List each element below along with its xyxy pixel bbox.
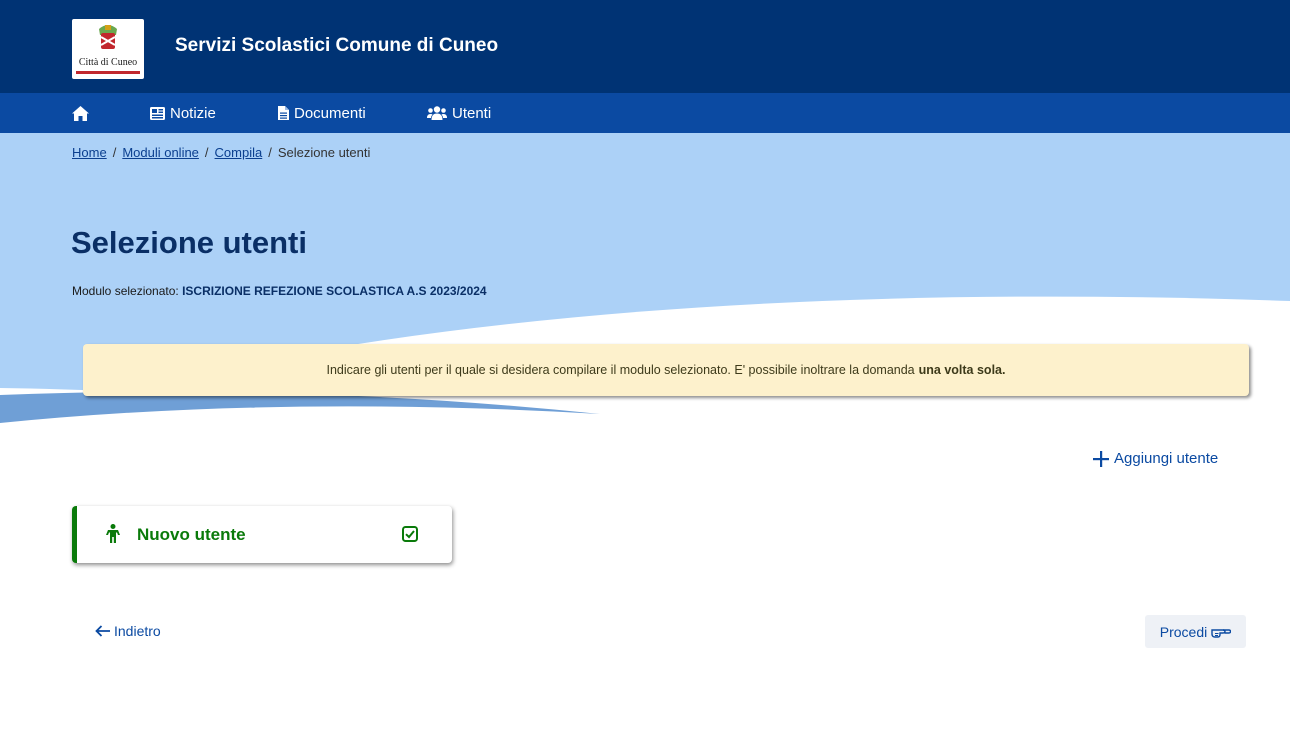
nav-documenti[interactable]: Documenti bbox=[278, 93, 366, 133]
city-logo[interactable]: Città di Cuneo bbox=[72, 19, 144, 79]
nav-notizie-label: Notizie bbox=[170, 104, 216, 122]
nav-notizie[interactable]: Notizie bbox=[150, 93, 216, 133]
proceed-button[interactable]: Procedi bbox=[1145, 615, 1246, 648]
plus-icon bbox=[1093, 450, 1109, 467]
document-icon bbox=[278, 106, 289, 120]
hand-pointing-icon bbox=[1211, 628, 1232, 638]
users-icon bbox=[427, 106, 447, 120]
breadcrumb-home[interactable]: Home bbox=[72, 145, 107, 160]
user-card[interactable]: Nuovo utente bbox=[72, 506, 452, 563]
alert-text: Indicare gli utenti per il quale si desi… bbox=[326, 363, 915, 377]
user-name: Nuovo utente bbox=[137, 525, 246, 544]
breadcrumb: Home / Moduli online / Compila / Selezione ute… bbox=[72, 145, 370, 160]
module-selected-line: Modulo selezionato: ISCRIZIONE REFEZIONE… bbox=[72, 284, 487, 298]
breadcrumb-separator: / bbox=[112, 145, 117, 160]
info-alert: Indicare gli utenti per il quale si desi… bbox=[83, 344, 1249, 396]
logo-text: Città di Cuneo bbox=[78, 57, 138, 68]
site-header: Città di Cuneo Servizi Scolastici Comune… bbox=[0, 0, 1290, 93]
site-title[interactable]: Servizi Scolastici Comune di Cuneo bbox=[175, 35, 498, 57]
breadcrumb-compila[interactable]: Compila bbox=[215, 145, 263, 160]
breadcrumb-current: Selezione utenti bbox=[277, 145, 371, 160]
logo-underline bbox=[76, 71, 140, 74]
nav-documenti-label: Documenti bbox=[294, 104, 366, 122]
proceed-label: Procedi bbox=[1159, 623, 1208, 640]
main-nav: Notizie Documenti Utenti bbox=[0, 93, 1290, 133]
city-crest-icon bbox=[99, 25, 117, 49]
alert-emphasis: una volta sola. bbox=[918, 363, 1006, 377]
module-value: ISCRIZIONE REFEZIONE SCOLASTICA A.S 2023… bbox=[182, 284, 487, 298]
breadcrumb-separator: / bbox=[268, 145, 272, 160]
nav-utenti-label: Utenti bbox=[452, 104, 492, 122]
breadcrumb-separator: / bbox=[204, 145, 209, 160]
arrow-left-icon bbox=[95, 625, 110, 637]
page-title: Selezione utenti bbox=[71, 225, 307, 260]
breadcrumb-moduli-online[interactable]: Moduli online bbox=[122, 145, 199, 160]
add-user-label: Aggiungi utente bbox=[1114, 450, 1219, 467]
checked-checkbox-icon[interactable] bbox=[402, 526, 418, 542]
add-user-button[interactable]: Aggiungi utente bbox=[1093, 450, 1218, 467]
nav-home[interactable] bbox=[72, 93, 94, 133]
back-button[interactable]: Indietro bbox=[95, 623, 161, 639]
home-icon bbox=[72, 105, 89, 121]
newspaper-icon bbox=[150, 106, 165, 120]
nav-utenti[interactable]: Utenti bbox=[427, 93, 491, 133]
person-icon bbox=[106, 524, 120, 543]
module-label: Modulo selezionato: bbox=[72, 284, 179, 298]
back-label: Indietro bbox=[114, 623, 161, 639]
